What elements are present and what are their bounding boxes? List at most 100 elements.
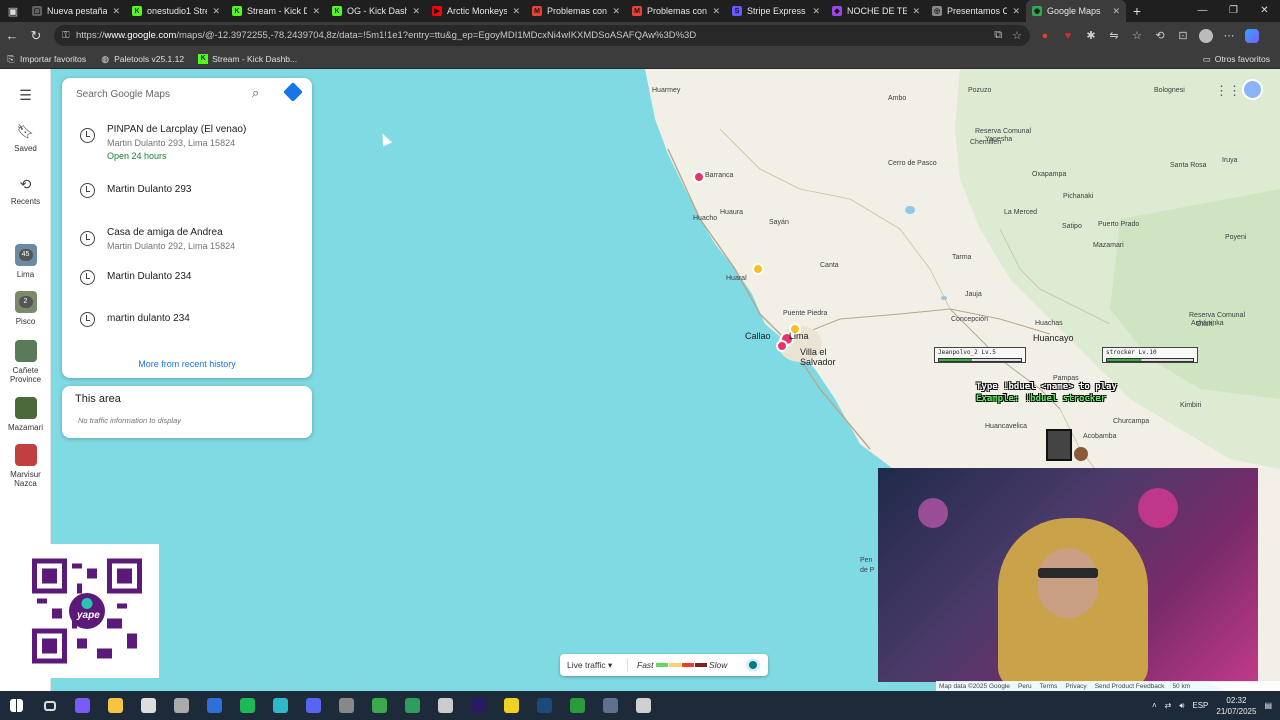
- recents-button[interactable]: ⟲ Recents: [0, 176, 51, 206]
- bookmark-paletools[interactable]: ◍ Paletools v25.1.12: [100, 54, 184, 64]
- tab-actions-icon[interactable]: ▣: [0, 0, 26, 22]
- map-place-label[interactable]: Salvador: [800, 357, 836, 367]
- reload-icon[interactable]: ↻: [24, 28, 48, 44]
- account-avatar[interactable]: [1242, 79, 1263, 100]
- recent-place-item[interactable]: Marvisur Nazca: [0, 444, 51, 488]
- taskbar-app-xbox[interactable]: [561, 691, 594, 720]
- minimize-icon[interactable]: —: [1187, 0, 1218, 22]
- saved-button[interactable]: 🔖︎ Saved: [0, 123, 51, 153]
- privacy-link[interactable]: Privacy: [1065, 683, 1086, 690]
- map-place-label[interactable]: Otishi: [1196, 321, 1214, 328]
- taskbar-app-obs[interactable]: [165, 691, 198, 720]
- tab[interactable]: ▢ Nueva pestaña ✕: [26, 0, 126, 22]
- tab-close-icon[interactable]: ✕: [412, 6, 420, 17]
- map-place-label[interactable]: Churcampa: [1113, 418, 1149, 425]
- volume-icon[interactable]: 🔊︎: [1179, 701, 1184, 711]
- tab[interactable]: ◉ Google Maps ✕: [1026, 0, 1126, 22]
- tab-close-icon[interactable]: ✕: [512, 6, 520, 17]
- map-place-label[interactable]: Jauja: [965, 291, 982, 298]
- history-item[interactable]: martin dulanto 234: [62, 312, 312, 353]
- map-place-label[interactable]: Lima: [789, 331, 809, 341]
- history-item[interactable]: Martin Dulanto 293: [62, 183, 312, 224]
- map-place-label[interactable]: Barranca: [705, 172, 733, 179]
- menu-button[interactable]: ☰: [0, 87, 51, 108]
- map-place-label[interactable]: Huaral: [726, 275, 747, 282]
- map-place-label[interactable]: Pozuzo: [968, 87, 991, 94]
- map-place-label[interactable]: Acobamba: [1083, 433, 1116, 440]
- taskbar-app-steam[interactable]: [528, 691, 561, 720]
- map-place-label[interactable]: Poyeni: [1225, 234, 1246, 241]
- extension-red-icon[interactable]: ●: [1038, 29, 1052, 43]
- map-place-label[interactable]: de P: [860, 567, 874, 574]
- taskbar-app-capcut[interactable]: [429, 691, 462, 720]
- notifications-icon[interactable]: ▤: [1264, 701, 1272, 710]
- tab-close-icon[interactable]: ✕: [212, 6, 220, 17]
- map-place-label[interactable]: Reserva Comunal: [975, 128, 1031, 135]
- search-icon[interactable]: ⌕: [252, 85, 259, 101]
- back-icon[interactable]: ←: [0, 28, 24, 43]
- tab-close-icon[interactable]: ✕: [1012, 6, 1020, 17]
- search-input[interactable]: [76, 86, 246, 102]
- maximize-icon[interactable]: ❐: [1218, 0, 1249, 22]
- directions-icon[interactable]: [283, 82, 303, 102]
- map-place-label[interactable]: Villa el: [800, 347, 826, 357]
- new-tab-icon[interactable]: +: [1126, 3, 1148, 19]
- map-place-label[interactable]: Cerro de Pasco: [888, 160, 937, 167]
- map-place-label[interactable]: Huancayo: [1033, 333, 1074, 343]
- map-place-label[interactable]: Kimbiri: [1180, 402, 1201, 409]
- taskbar-app-app-green[interactable]: [363, 691, 396, 720]
- extension-heart-icon[interactable]: ♥: [1061, 29, 1075, 43]
- map-place-label[interactable]: Callao: [745, 331, 771, 341]
- map-place-label[interactable]: Chemillen: [970, 139, 1001, 146]
- taskbar-app-steam-like[interactable]: [330, 691, 363, 720]
- bookmark-kick[interactable]: K Stream - Kick Dashb...: [198, 53, 297, 64]
- history-item[interactable]: Casa de amiga de Andrea Martin Dulanto 29…: [62, 227, 312, 267]
- feedback-link[interactable]: Send Product Feedback: [1095, 683, 1165, 690]
- tray-chevron-icon[interactable]: ˄: [1152, 701, 1157, 710]
- map-place-label[interactable]: Puerto Prado: [1098, 221, 1139, 228]
- collections-icon[interactable]: ⊡: [1176, 29, 1190, 43]
- taskbar-app-edge[interactable]: [264, 691, 297, 720]
- history-item[interactable]: Martin Dulanto 234: [62, 270, 312, 311]
- url-field[interactable]: ⚿ https://www.google.com/maps/@-12.39722…: [54, 25, 1030, 46]
- split-view-icon[interactable]: ⇋: [1107, 29, 1121, 43]
- map-place-label[interactable]: Reserva Comunal: [1189, 312, 1245, 319]
- bookmark-star-icon[interactable]: ☆: [1012, 29, 1022, 42]
- tab-close-icon[interactable]: ✕: [1112, 6, 1120, 17]
- taskbar-app-app-green2[interactable]: [396, 691, 429, 720]
- tab[interactable]: ◆ NOCHE DE TERR ✕: [826, 0, 926, 22]
- map-place-label[interactable]: Bolognesi: [1154, 87, 1185, 94]
- map-place-label[interactable]: Satipo: [1062, 223, 1082, 230]
- recent-place-item[interactable]: 2 Pisco: [0, 291, 51, 326]
- map-place-label[interactable]: Huacho: [693, 215, 717, 222]
- bookmark-import[interactable]: ⎘ Importar favoritos: [6, 54, 86, 64]
- recent-place-item[interactable]: Mazamari: [0, 397, 51, 432]
- other-bookmarks[interactable]: ▭ Otros favoritos: [1203, 49, 1270, 69]
- map-place-label[interactable]: Iruya: [1222, 157, 1238, 164]
- recent-place-item[interactable]: Cañete Province: [0, 340, 51, 384]
- terms-link[interactable]: Terms: [1040, 683, 1058, 690]
- taskbar-app-browser-blue[interactable]: [198, 691, 231, 720]
- map-place-label[interactable]: Sayán: [769, 219, 789, 226]
- starred-place-pin[interactable]: [752, 263, 764, 275]
- map-place-label[interactable]: Santa Rosa: [1170, 162, 1207, 169]
- recent-place-item[interactable]: 45 Lima: [0, 244, 51, 279]
- taskbar-app-sticky[interactable]: [495, 691, 528, 720]
- network-icon[interactable]: ⇄: [1165, 701, 1172, 710]
- map-place-label[interactable]: Oxapampa: [1032, 171, 1066, 178]
- taskbar-app-copilot[interactable]: [66, 691, 99, 720]
- tab[interactable]: ▶ Arctic Monkeys ✕: [426, 0, 526, 22]
- input-language[interactable]: ESP: [1192, 701, 1208, 710]
- saved-place-pin[interactable]: [693, 171, 705, 183]
- map-place-label[interactable]: Huaura: [720, 209, 743, 216]
- history-icon[interactable]: ⟲: [1153, 29, 1167, 43]
- copilot-icon[interactable]: [1245, 28, 1259, 43]
- more-history-link[interactable]: More from recent history: [62, 359, 312, 369]
- taskbar-app-calc[interactable]: [594, 691, 627, 720]
- task-view-button[interactable]: [33, 691, 66, 720]
- profile-avatar[interactable]: [1199, 28, 1213, 43]
- live-traffic-dropdown[interactable]: Live traffic ▾: [567, 660, 612, 671]
- favorites-icon[interactable]: ☆: [1130, 29, 1144, 43]
- map-place-label[interactable]: Pampas: [1053, 375, 1079, 382]
- map-place-label[interactable]: Pichanaki: [1063, 193, 1093, 200]
